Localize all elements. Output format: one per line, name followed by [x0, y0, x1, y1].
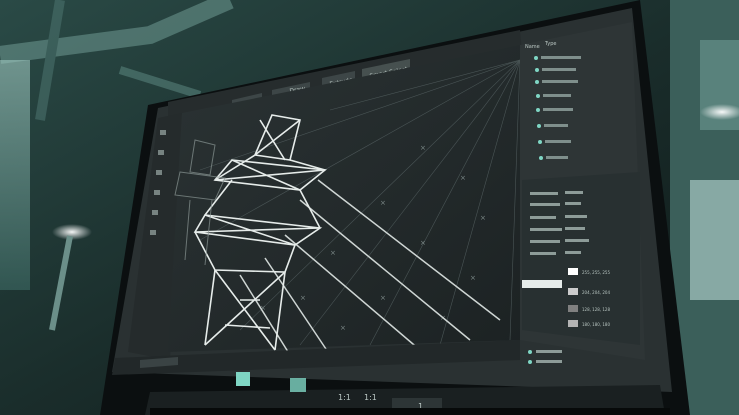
scene-svg: Draw Extrude Smart Select ××× ××× ××× ××… [0, 0, 739, 415]
properties-panel [522, 172, 640, 345]
outliner-header-name: Name [525, 44, 540, 50]
svg-text:×: × [380, 294, 386, 302]
window [0, 60, 30, 290]
record-button[interactable] [290, 378, 306, 392]
zoom-a[interactable]: 1:1 [338, 393, 351, 402]
play-button[interactable] [236, 372, 250, 386]
outliner-header-type: Type [544, 41, 556, 47]
color-value-4: 180, 180, 180 [582, 322, 610, 327]
svg-text:×: × [470, 274, 476, 282]
monitor-bottom [150, 408, 670, 415]
svg-text:×: × [420, 144, 426, 152]
svg-text:×: × [300, 294, 306, 302]
color-value-2: 204, 204, 204 [582, 290, 610, 295]
photo-scene: Draw Extrude Smart Select ××× ××× ××× ××… [0, 0, 739, 415]
color-value-3: 128, 128, 128 [582, 307, 610, 312]
zoom-b[interactable]: 1:1 [364, 393, 377, 402]
svg-text:×: × [420, 239, 426, 247]
svg-text:×: × [380, 199, 386, 207]
color-value-1: 255, 255, 255 [582, 270, 610, 275]
svg-text:×: × [460, 174, 466, 182]
svg-text:×: × [480, 214, 486, 222]
svg-text:×: × [330, 249, 336, 257]
svg-text:×: × [340, 324, 346, 332]
